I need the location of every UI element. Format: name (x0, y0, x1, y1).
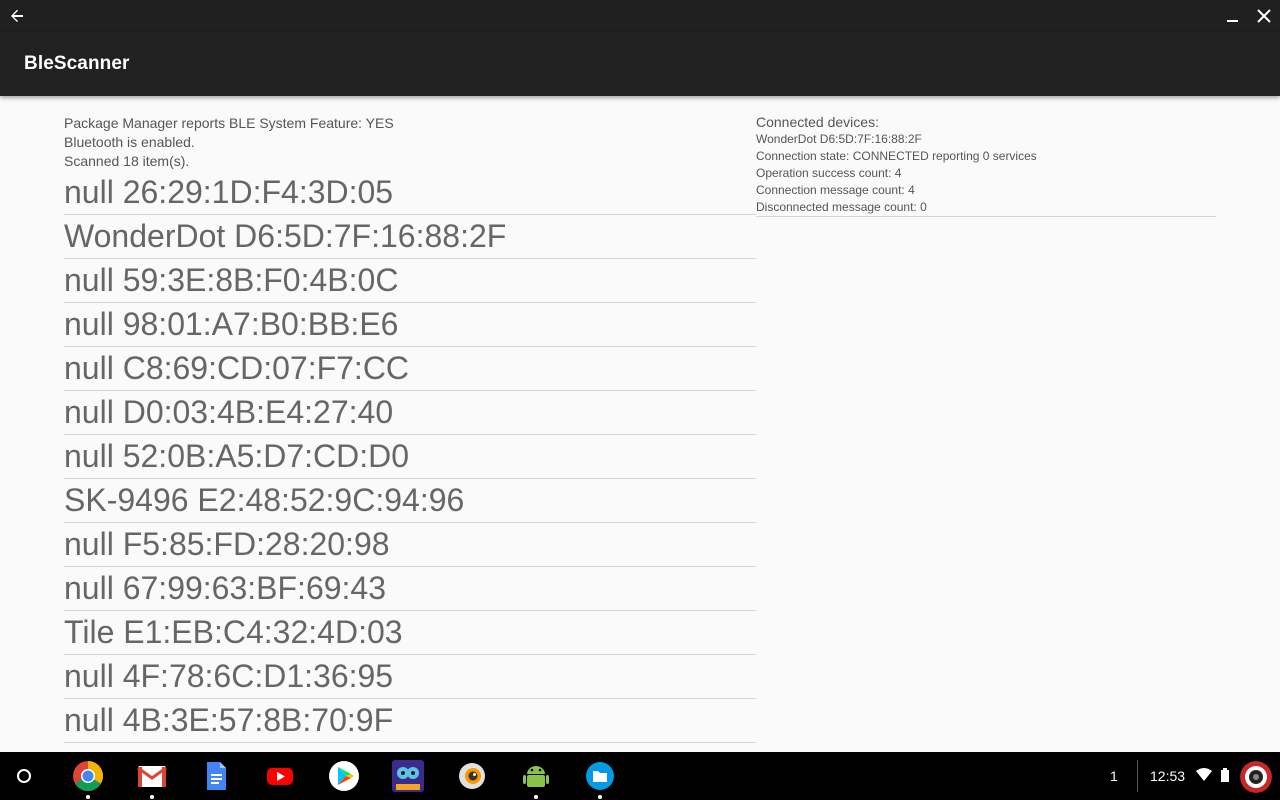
notification-count[interactable]: 1 (1110, 768, 1118, 784)
scan-panel: Package Manager reports BLE System Featu… (64, 114, 756, 743)
app-title: BleScanner (24, 53, 130, 74)
connected-devices-title: Connected devices: (756, 114, 879, 130)
device-row[interactable]: null 4B:3E:57:8B:70:9F (64, 699, 756, 743)
connection-message-count: Connection message count: 4 (756, 183, 915, 197)
files-icon[interactable] (584, 760, 616, 792)
minimize-icon[interactable] (1222, 5, 1244, 27)
main-content: Package Manager reports BLE System Featu… (0, 96, 1280, 752)
device-row[interactable]: WonderDot D6:5D:7F:16:88:2F (64, 215, 756, 259)
running-indicator (86, 795, 90, 799)
device-row[interactable]: Tile E1:EB:C4:32:4D:03 (64, 611, 756, 655)
ble-feature-status: Package Manager reports BLE System Featu… (64, 115, 394, 131)
camera-icon[interactable] (456, 760, 488, 792)
avatar[interactable] (1240, 761, 1272, 793)
bluetooth-status: Bluetooth is enabled. (64, 134, 195, 150)
device-row[interactable]: null 98:01:A7:B0:BB:E6 (64, 303, 756, 347)
device-row[interactable]: null C8:69:CD:07:F7:CC (64, 347, 756, 391)
connected-devices-panel: Connected devices: WonderDot D6:5D:7F:16… (756, 114, 1216, 217)
connection-state: Connection state: CONNECTED reporting 0 … (756, 149, 1037, 163)
device-row[interactable]: SK-9496 E2:48:52:9C:94:96 (64, 479, 756, 523)
gmail-icon[interactable] (136, 760, 168, 792)
device-row[interactable]: null 52:0B:A5:D7:CD:D0 (64, 435, 756, 479)
android-icon[interactable] (520, 760, 552, 792)
close-icon[interactable] (1253, 5, 1275, 27)
operation-success-count: Operation success count: 4 (756, 166, 902, 180)
device-row[interactable]: null 4F:78:6C:D1:36:95 (64, 655, 756, 699)
app-bar: BleScanner (0, 32, 1280, 96)
docs-icon[interactable] (200, 760, 232, 792)
play-store-icon[interactable] (328, 760, 360, 792)
scan-count: Scanned 18 item(s). (64, 153, 190, 169)
running-indicator (534, 795, 538, 799)
device-list: null 26:29:1D:F4:3D:05 WonderDot D6:5D:7… (64, 171, 756, 743)
connected-device-name: WonderDot D6:5D:7F:16:88:2F (756, 132, 922, 146)
shelf: 1 12:53 (0, 752, 1280, 800)
launcher-icon[interactable] (12, 764, 36, 788)
running-indicator (150, 795, 154, 799)
device-row[interactable]: null 59:3E:8B:F0:4B:0C (64, 259, 756, 303)
device-row[interactable]: null 67:99:63:BF:69:43 (64, 567, 756, 611)
battery-icon[interactable] (1221, 768, 1229, 782)
clock[interactable]: 12:53 (1150, 768, 1185, 784)
wifi-icon[interactable] (1196, 768, 1212, 782)
back-arrow-icon[interactable] (6, 5, 28, 27)
running-indicator (598, 795, 602, 799)
youtube-icon[interactable] (264, 760, 296, 792)
tray-divider (1137, 760, 1138, 792)
game-icon[interactable] (392, 760, 424, 792)
disconnected-message-count: Disconnected message count: 0 (756, 200, 927, 214)
device-row[interactable]: null F5:85:FD:28:20:98 (64, 523, 756, 567)
window-title-bar (0, 0, 1280, 32)
device-row[interactable]: null D0:03:4B:E4:27:40 (64, 391, 756, 435)
device-row[interactable]: null 26:29:1D:F4:3D:05 (64, 171, 756, 215)
chrome-icon[interactable] (72, 760, 104, 792)
